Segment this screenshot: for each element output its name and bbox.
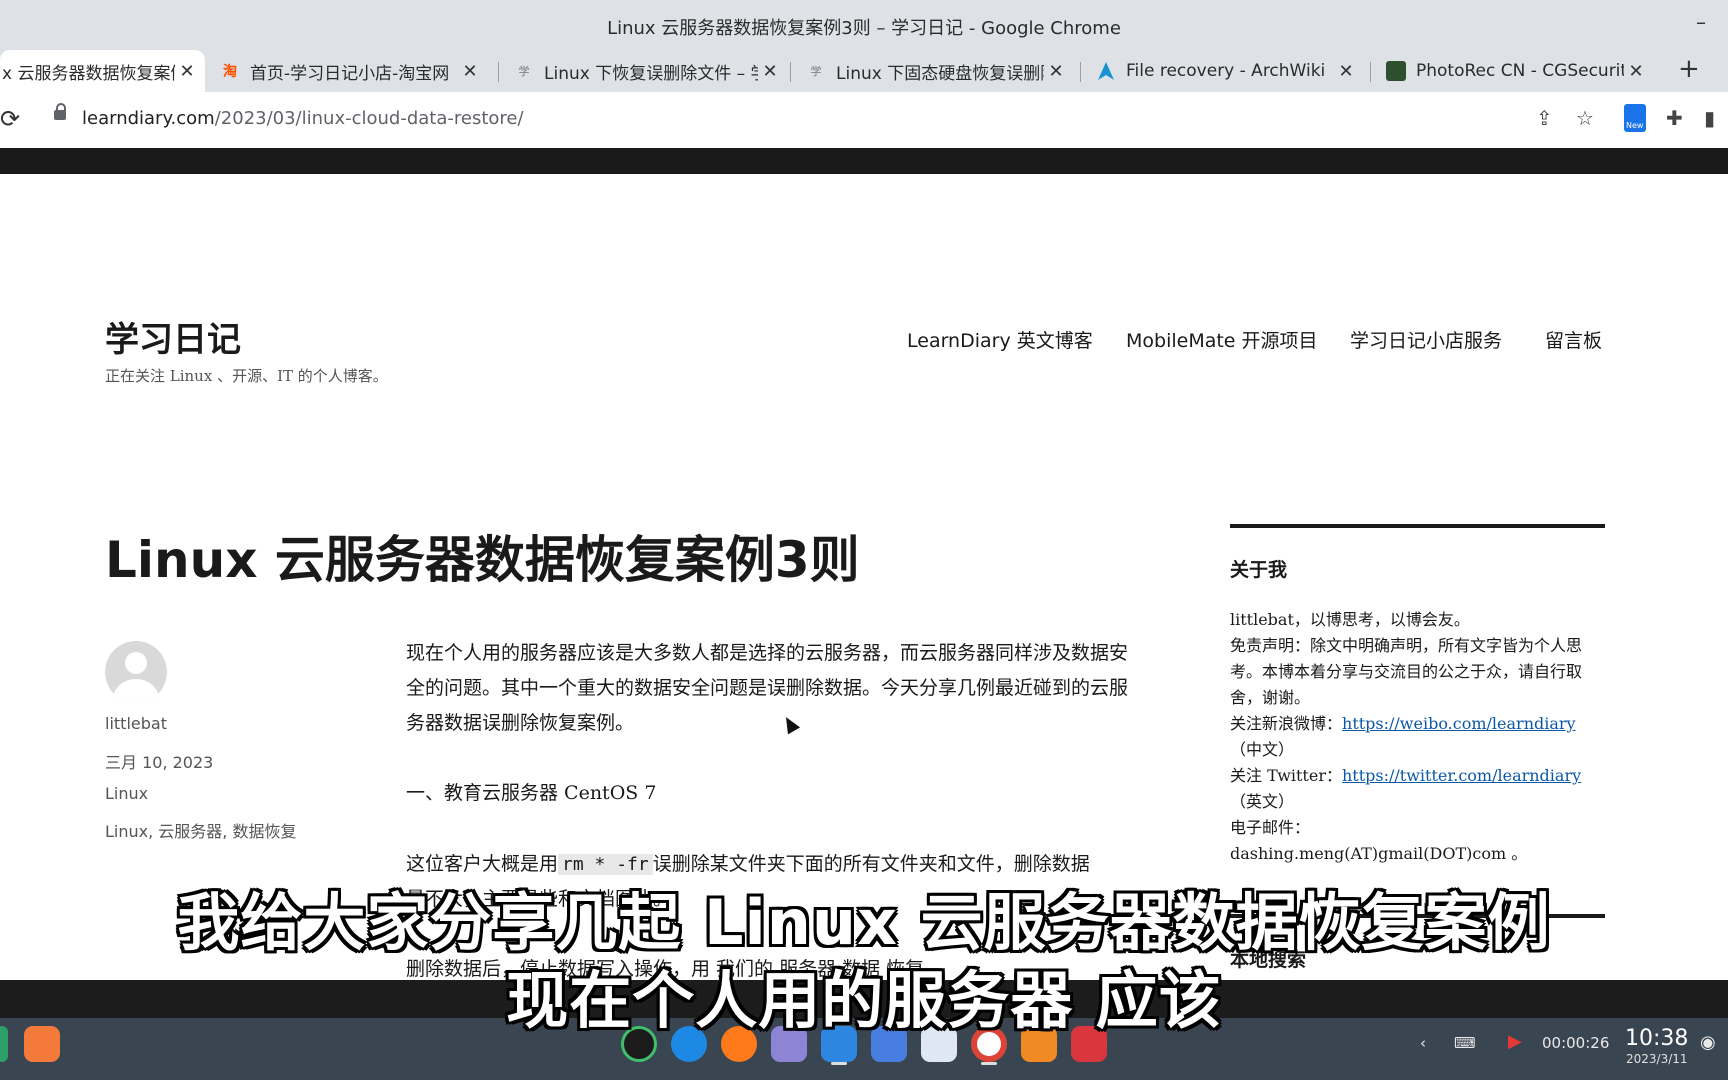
side-panel-icon[interactable]: ▮ bbox=[1704, 106, 1715, 130]
tab-ssd-recover[interactable]: 学 Linux 下固态硬盘恢复误删除 ✕ bbox=[794, 50, 1074, 92]
taobao-icon: 淘 bbox=[223, 64, 237, 80]
tab-close-icon[interactable]: ✕ bbox=[175, 61, 199, 82]
sidebar-divider bbox=[1230, 524, 1605, 528]
bookmark-star-icon[interactable]: ☆ bbox=[1576, 106, 1594, 130]
new-tab-button[interactable]: + bbox=[1678, 54, 1700, 84]
about-line: littlebat，以博思考，以博会友。 bbox=[1230, 610, 1470, 629]
nav-item-mobilemate[interactable]: MobileMate 开源项目 bbox=[1126, 326, 1318, 353]
site-title[interactable]: 学习日记 bbox=[105, 312, 241, 361]
tab-photorec[interactable]: PhotoRec CN - CGSecurity ✕ bbox=[1374, 50, 1654, 92]
weibo-link[interactable]: https://weibo.com/learndiary bbox=[1342, 714, 1576, 733]
address-bar[interactable]: learndiary.com/2023/03/linux-cloud-data-… bbox=[82, 108, 524, 129]
extension-badge: New bbox=[1626, 121, 1644, 130]
tab-close-icon[interactable]: ✕ bbox=[1044, 61, 1068, 82]
tab-label: 首页-学习日记小店-淘宝网 bbox=[250, 63, 450, 84]
tab-strip: x 云服务器数据恢复案例 ✕ 淘 首页-学习日记小店-淘宝网 ✕ 学 Linux… bbox=[0, 50, 1728, 92]
post-tags[interactable]: Linux, 云服务器, 数据恢复 bbox=[105, 818, 296, 842]
cgsecurity-icon bbox=[1386, 61, 1406, 81]
twitter-link[interactable]: https://twitter.com/learndiary bbox=[1342, 766, 1581, 785]
about-widget-title: 关于我 bbox=[1230, 559, 1288, 581]
tab-separator bbox=[498, 62, 499, 82]
nav-item-english-blog[interactable]: LearnDiary 英文博客 bbox=[907, 326, 1093, 353]
post-date[interactable]: 三月 10, 2023 bbox=[105, 749, 213, 773]
post-category[interactable]: Linux bbox=[105, 784, 148, 803]
window-titlebar: Linux 云服务器数据恢复案例3则 – 学习日记 - Google Chrom… bbox=[0, 0, 1728, 50]
post-author[interactable]: littlebat bbox=[105, 714, 167, 733]
nav-item-guestbook[interactable]: 留言板 bbox=[1545, 326, 1602, 353]
extension-new-icon[interactable]: New bbox=[1624, 104, 1646, 132]
tab-label: File recovery - ArchWiki bbox=[1126, 61, 1326, 81]
url-path: /2023/03/linux-cloud-data-restore/ bbox=[214, 108, 524, 129]
extensions-puzzle-icon[interactable]: ✚ bbox=[1666, 106, 1683, 130]
tab-linux-recover[interactable]: 学 Linux 下恢复误删除文件 – 学 ✕ bbox=[502, 50, 788, 92]
twitter-label: 关注 Twitter： bbox=[1230, 766, 1342, 785]
tab-close-icon[interactable]: ✕ bbox=[1334, 61, 1358, 82]
reload-icon[interactable]: ⟳ bbox=[0, 105, 20, 133]
subtitle-line-2: 现在个人用的服务器 应该 bbox=[506, 964, 1222, 1037]
tab-separator bbox=[790, 62, 791, 82]
tab-separator bbox=[1080, 62, 1081, 82]
clock-date: 2023/3/11 bbox=[1626, 1052, 1688, 1066]
learndiary-icon: 学 bbox=[518, 65, 530, 78]
tab-close-icon[interactable]: ✕ bbox=[458, 61, 482, 82]
tab-label: x 云服务器数据恢复案例 bbox=[2, 63, 175, 84]
tab-separator bbox=[1370, 62, 1371, 82]
weibo-line: 关注新浪微博：https://weibo.com/learndiary （中文） bbox=[1230, 711, 1590, 763]
post-title: Linux 云服务器数据恢复案例3则 bbox=[105, 531, 860, 589]
twitter-suffix: （英文） bbox=[1230, 792, 1295, 811]
post-paragraph-intro: 现在个人用的服务器应该是大多数人都是选择的云服务器，而云服务器同样涉及数据安全的… bbox=[406, 642, 1129, 734]
site-description: 正在关注 Linux 、开源、IT 的个人博客。 bbox=[105, 367, 388, 385]
tab-close-icon[interactable]: ✕ bbox=[1624, 61, 1648, 82]
tab-label: Linux 下恢复误删除文件 – 学 bbox=[544, 63, 758, 84]
learndiary-icon: 学 bbox=[810, 65, 822, 78]
lock-icon[interactable] bbox=[54, 103, 66, 120]
post-heading-centos: 一、教育云服务器 CentOS 7 bbox=[406, 782, 657, 804]
url-host: learndiary.com bbox=[82, 108, 215, 129]
weibo-suffix: （中文） bbox=[1230, 740, 1295, 759]
nav-item-shop-service[interactable]: 学习日记小店服务 bbox=[1350, 326, 1502, 353]
avatar bbox=[105, 641, 167, 703]
archlinux-icon bbox=[1096, 61, 1116, 81]
tab-close-icon[interactable]: ✕ bbox=[758, 61, 782, 82]
tab-label: PhotoRec CN - CGSecurity bbox=[1416, 61, 1624, 81]
tab-current[interactable]: x 云服务器数据恢复案例 ✕ bbox=[0, 50, 205, 92]
running-indicator bbox=[831, 1062, 847, 1065]
tab-taobao[interactable]: 淘 首页-学习日记小店-淘宝网 ✕ bbox=[208, 50, 488, 92]
browser-toolbar: ⟳ learndiary.com/2023/03/linux-cloud-dat… bbox=[0, 92, 1728, 149]
minimize-button[interactable]: – bbox=[1696, 10, 1706, 34]
running-indicator bbox=[981, 1062, 997, 1065]
site-top-bar bbox=[0, 148, 1728, 174]
weibo-label: 关注新浪微博： bbox=[1230, 714, 1343, 733]
subtitle-line-1: 我给大家分享几起 Linux 云服务器数据恢复案例 bbox=[177, 886, 1551, 959]
share-icon[interactable]: ⇪ bbox=[1536, 106, 1553, 130]
tab-archwiki[interactable]: File recovery - ArchWiki ✕ bbox=[1084, 50, 1364, 92]
email-line: 电子邮件： dashing.meng(AT)gmail(DOT)com 。 bbox=[1230, 818, 1528, 863]
window-title: Linux 云服务器数据恢复案例3则 – 学习日记 - Google Chrom… bbox=[607, 18, 1121, 39]
twitter-line: 关注 Twitter：https://twitter.com/learndiar… bbox=[1230, 763, 1590, 815]
disclaimer: 免责声明：除文中明确声明，所有文字皆为个人思考。本博本着分享与交流目的公之于众，… bbox=[1230, 636, 1583, 707]
tab-label: Linux 下固态硬盘恢复误删除 bbox=[836, 63, 1044, 84]
